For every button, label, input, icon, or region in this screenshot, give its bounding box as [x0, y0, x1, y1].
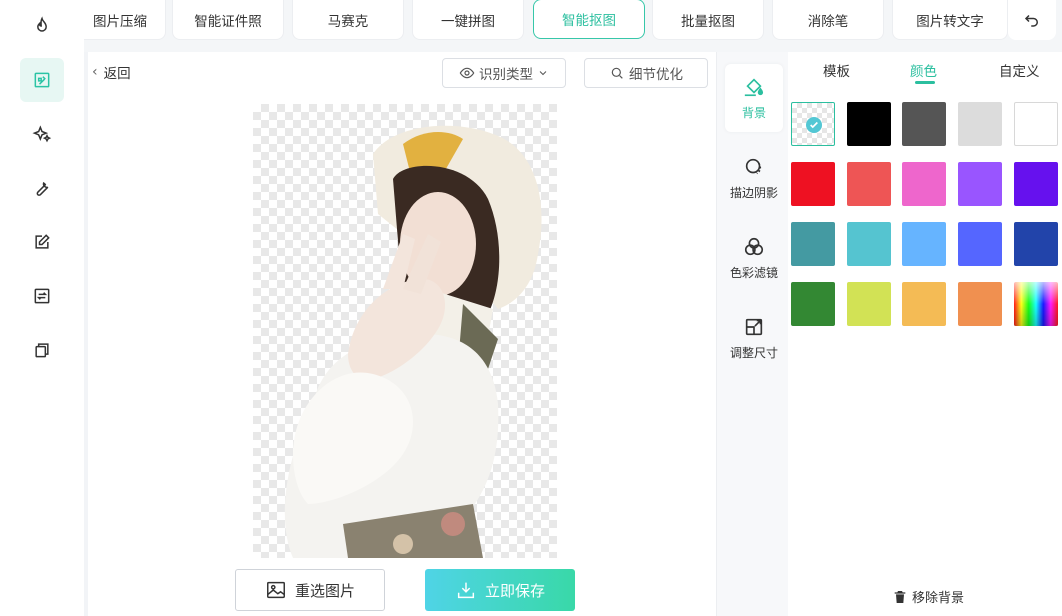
- top-tab-bar: 图片压缩 智能证件照 马赛克 一键拼图 智能抠图 批量抠图 消除笔 图片转文字: [84, 0, 1062, 52]
- reselect-label: 重选图片: [294, 581, 355, 600]
- copy-icon[interactable]: [20, 328, 64, 372]
- color-swatch[interactable]: [847, 222, 891, 266]
- color-swatch[interactable]: [958, 102, 1002, 146]
- subject-figure: [284, 125, 542, 558]
- tab-batch-cutout[interactable]: 批量抠图: [652, 0, 764, 40]
- tab-label: 消除笔: [807, 13, 849, 30]
- active-tab-indicator: [915, 81, 935, 84]
- cutout-image: [253, 104, 557, 558]
- pencil-square-icon[interactable]: [20, 220, 64, 264]
- color-swatch[interactable]: [791, 282, 835, 326]
- tab-label: 马赛克: [327, 13, 369, 30]
- sparkle-icon[interactable]: [20, 112, 64, 156]
- tab-label: 批量抠图: [681, 13, 735, 30]
- side-tool-label: 背景: [741, 105, 766, 120]
- canvas-panel: ‹ 返回 识别类型 细节优化 重选图片 立即保存: [88, 52, 716, 616]
- recognize-type-dropdown[interactable]: 识别类型: [442, 58, 566, 88]
- tab-label: 图片转文字: [916, 13, 984, 30]
- chevron-down-icon: [539, 71, 547, 76]
- color-swatch[interactable]: [791, 222, 835, 266]
- color-swatch[interactable]: [1014, 102, 1058, 146]
- color-swatch[interactable]: [847, 162, 891, 206]
- tab-id-photo[interactable]: 智能证件照: [172, 0, 284, 40]
- back-button[interactable]: ‹ 返回: [92, 62, 131, 82]
- detail-label: 细节优化: [629, 67, 683, 83]
- side-tool-color-filter[interactable]: 色彩滤镜: [725, 224, 783, 292]
- color-swatch[interactable]: [847, 102, 891, 146]
- side-tool-label: 调整尺寸: [729, 345, 778, 360]
- color-swatch[interactable]: [902, 162, 946, 206]
- color-swatch[interactable]: [958, 162, 1002, 206]
- flame-icon[interactable]: [20, 4, 64, 48]
- side-tool-label: 描边阴影: [729, 185, 778, 200]
- chevron-left-icon: ‹: [92, 64, 98, 80]
- left-rail: [0, 0, 84, 616]
- tab-eraser[interactable]: 消除笔: [772, 0, 884, 40]
- tab-label: 图片压缩: [93, 13, 147, 30]
- trash-icon: [894, 590, 906, 603]
- color-filter-icon: [744, 237, 764, 255]
- wrench-icon[interactable]: [20, 166, 64, 210]
- side-tool-stroke-shadow[interactable]: 描边阴影: [725, 144, 783, 212]
- selected-check-icon: [806, 117, 822, 133]
- color-swatch[interactable]: [791, 102, 835, 146]
- tab-mosaic[interactable]: 马赛克: [292, 0, 404, 40]
- magnifier-icon: [611, 67, 623, 79]
- remove-background-label: 移除背景: [912, 591, 965, 606]
- image-edit-icon[interactable]: [20, 58, 64, 102]
- undo-icon: [1024, 14, 1038, 27]
- download-icon: [457, 582, 475, 599]
- tab-label: 智能证件照: [194, 13, 262, 30]
- stroke-shadow-icon: [745, 158, 762, 174]
- back-label: 返回: [103, 66, 131, 82]
- color-swatch[interactable]: [902, 102, 946, 146]
- side-tool-label: 色彩滤镜: [729, 265, 778, 280]
- paint-bucket-icon: [744, 77, 764, 96]
- save-label: 立即保存: [484, 581, 545, 600]
- tab-label: 一键拼图: [441, 13, 495, 30]
- detail-optimize-button[interactable]: 细节优化: [584, 58, 708, 88]
- color-swatch[interactable]: [847, 282, 891, 326]
- color-swatch[interactable]: [902, 282, 946, 326]
- side-tool-background[interactable]: 背景: [725, 64, 783, 132]
- tab-color[interactable]: 颜色: [910, 60, 937, 80]
- color-swatch[interactable]: [902, 222, 946, 266]
- tab-compress[interactable]: 图片压缩: [84, 0, 166, 40]
- image-icon: [267, 581, 285, 599]
- tab-smart-cutout[interactable]: 智能抠图: [533, 0, 645, 39]
- reselect-image-button[interactable]: 重选图片: [235, 569, 385, 611]
- tab-collage[interactable]: 一键拼图: [412, 0, 524, 40]
- color-swatch[interactable]: [1014, 282, 1058, 326]
- tab-image-to-text[interactable]: 图片转文字: [892, 0, 1008, 40]
- background-panel: 模板 颜色 自定义 移除背景: [788, 52, 1062, 616]
- resize-icon: [745, 318, 763, 335]
- tab-template[interactable]: 模板: [823, 60, 850, 80]
- tab-label: 智能抠图: [562, 13, 616, 29]
- color-swatch[interactable]: [791, 162, 835, 206]
- save-now-button[interactable]: 立即保存: [425, 569, 575, 611]
- convert-icon[interactable]: [20, 274, 64, 318]
- eye-icon: [459, 67, 475, 79]
- color-swatch[interactable]: [958, 222, 1002, 266]
- color-swatch[interactable]: [1014, 222, 1058, 266]
- color-swatch[interactable]: [1014, 162, 1058, 206]
- remove-background-button[interactable]: 移除背景: [892, 587, 964, 606]
- color-swatch[interactable]: [958, 282, 1002, 326]
- side-tool-resize[interactable]: 调整尺寸: [725, 304, 783, 372]
- undo-button[interactable]: [1008, 0, 1056, 40]
- tab-custom[interactable]: 自定义: [999, 60, 1040, 80]
- side-tool-column: 背景 描边阴影 色彩滤镜 调整尺寸: [716, 52, 788, 616]
- recognize-label: 识别类型: [479, 67, 533, 83]
